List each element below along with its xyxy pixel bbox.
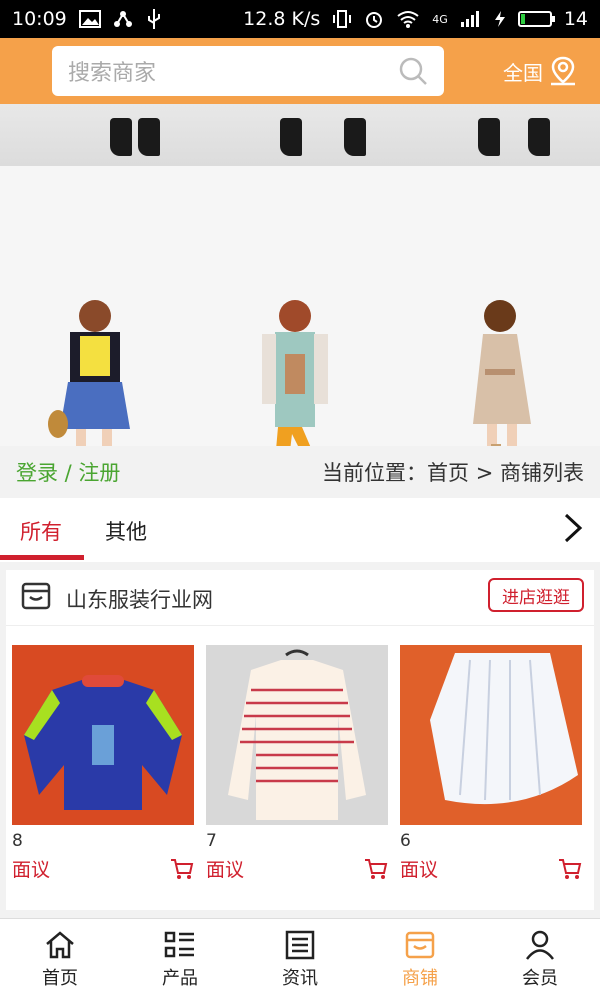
product-price-row: 面议	[400, 855, 582, 882]
shop-card: 山东服装行业网 进店逛逛 8 面议 7 面议 6 面议	[6, 570, 594, 910]
login-register-link[interactable]: 登录 / 注册	[16, 457, 120, 487]
search-placeholder: 搜索商家	[68, 61, 157, 86]
signal-icon	[460, 11, 479, 27]
product-number: 8	[12, 831, 23, 851]
product-price: 面议	[206, 859, 245, 881]
model-image-3	[473, 300, 531, 446]
shop-icon	[405, 931, 435, 958]
shop-name: 山东服装行业网	[66, 588, 213, 612]
wifi-icon	[397, 11, 419, 28]
user-icon	[526, 930, 554, 960]
product-item[interactable]: 7 面议	[206, 645, 388, 882]
cart-icon[interactable]	[170, 858, 194, 880]
region-selector[interactable]: 全国	[503, 56, 577, 86]
home-icon	[46, 930, 74, 958]
tab-other[interactable]: 其他	[105, 516, 147, 546]
nav-label: 产品	[162, 967, 198, 989]
search-icon[interactable]	[398, 56, 428, 86]
product-image[interactable]	[206, 645, 388, 825]
model-image-2	[262, 300, 328, 446]
model-image-1	[48, 300, 130, 446]
clock: 10:09	[12, 8, 67, 30]
nav-label: 资讯	[282, 967, 318, 989]
search-input[interactable]: 搜索商家	[52, 46, 444, 96]
nav-products[interactable]: 产品	[120, 919, 240, 1000]
store-icon	[21, 582, 51, 610]
battery-level: 14	[563, 8, 588, 30]
product-price: 面议	[12, 859, 51, 881]
product-price-row: 面议	[206, 855, 388, 882]
breadcrumb: 当前位置：首页 > 商铺列表	[322, 461, 584, 485]
status-bar: 10:09 12.8 K/s 4G 14	[0, 0, 600, 38]
product-price-row: 面议	[12, 855, 194, 882]
cart-icon[interactable]	[364, 858, 388, 880]
cart-icon[interactable]	[558, 858, 582, 880]
signal-label: 4G	[432, 12, 448, 26]
location-pin-icon	[551, 56, 575, 86]
tab-all[interactable]: 所有	[20, 516, 62, 546]
product-number: 7	[206, 831, 217, 851]
product-item[interactable]: 6 面议	[400, 645, 582, 882]
promo-banner[interactable]	[0, 104, 600, 446]
login-breadcrumb-bar: 登录 / 注册 当前位置：首页 > 商铺列表	[0, 446, 600, 498]
bottom-nav: 首页 产品 资讯 商铺 会员	[0, 918, 600, 1000]
product-item[interactable]: 8 面议	[12, 645, 194, 882]
chevron-right-icon[interactable]	[562, 512, 584, 544]
alarm-icon	[366, 12, 383, 28]
charging-icon	[494, 11, 505, 27]
nav-label: 商铺	[402, 967, 438, 989]
product-image[interactable]	[12, 645, 194, 825]
usb-icon	[147, 9, 160, 29]
banner-shoes-strip	[0, 104, 600, 166]
category-tabs: 所有 其他	[0, 498, 600, 562]
shop-header: 山东服装行业网 进店逛逛	[6, 570, 594, 626]
share-icon	[113, 11, 132, 27]
list-icon	[164, 931, 194, 957]
nav-label: 会员	[522, 967, 558, 989]
nav-home[interactable]: 首页	[0, 919, 120, 1000]
active-tab-indicator	[0, 555, 84, 560]
battery-icon	[517, 11, 555, 27]
region-label: 全国	[503, 60, 543, 85]
image-icon	[78, 10, 101, 28]
product-price: 面议	[400, 859, 439, 881]
nav-news[interactable]: 资讯	[240, 919, 360, 1000]
news-icon	[285, 930, 315, 959]
network-speed: 12.8 K/s	[243, 8, 321, 30]
nav-shops[interactable]: 商铺	[360, 919, 480, 1000]
header-bar: 搜索商家 全国	[0, 38, 600, 104]
visit-shop-button[interactable]: 进店逛逛	[488, 578, 584, 612]
vibrate-icon	[333, 10, 352, 28]
nav-label: 首页	[42, 967, 78, 989]
nav-member[interactable]: 会员	[480, 919, 600, 1000]
product-image[interactable]	[400, 645, 582, 825]
product-number: 6	[400, 831, 411, 851]
